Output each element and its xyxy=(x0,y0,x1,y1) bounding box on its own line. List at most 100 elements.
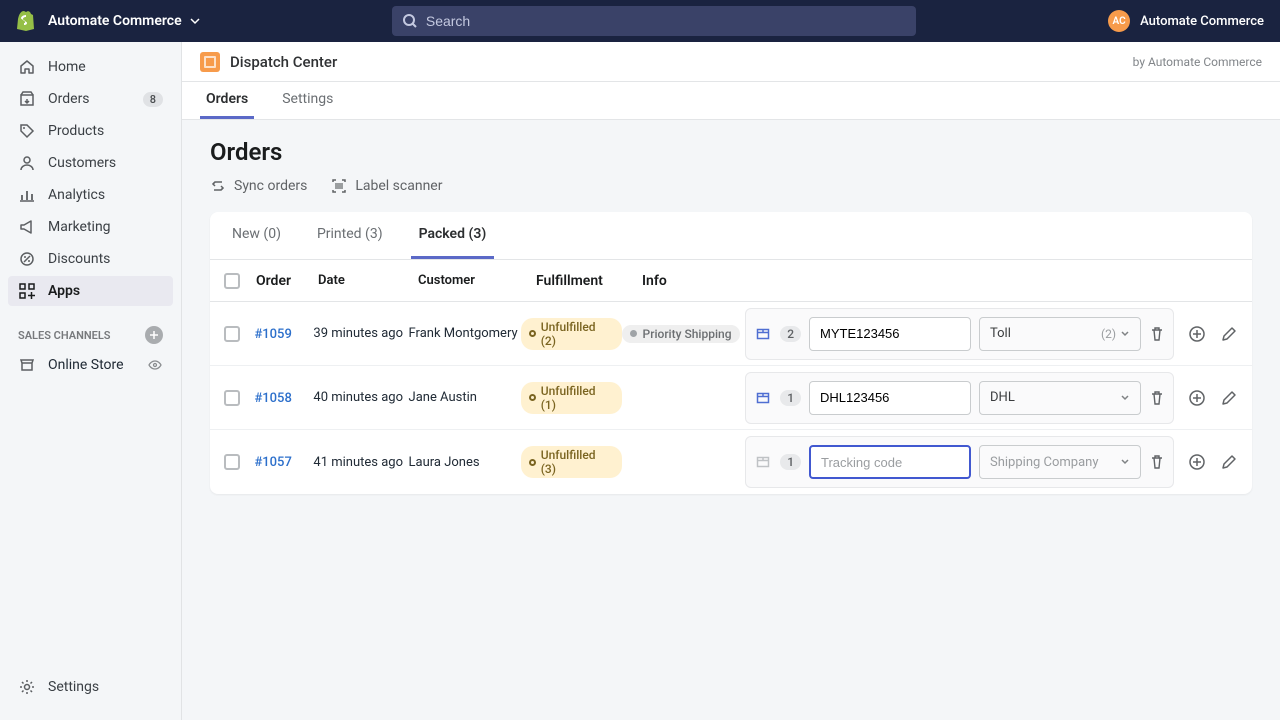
sidebar: Home Orders 8 Products Customers Analyti… xyxy=(0,42,182,720)
nav-home[interactable]: Home xyxy=(8,52,173,82)
package-count: 2 xyxy=(780,326,801,342)
chevron-down-icon xyxy=(1120,329,1130,339)
tracking-group: 2 Toll (2) xyxy=(745,308,1174,360)
orders-icon xyxy=(18,90,36,108)
nav-discounts[interactable]: Discounts xyxy=(8,244,173,274)
fulfillment-badge: Unfulfilled (1) xyxy=(521,382,622,414)
store-icon xyxy=(18,356,36,374)
shipping-company-select[interactable]: DHL xyxy=(979,381,1141,415)
customers-icon xyxy=(18,154,36,172)
store-name: Automate Commerce xyxy=(48,13,182,29)
tracking-code-input[interactable] xyxy=(809,317,971,351)
view-store-icon[interactable] xyxy=(147,357,163,373)
channel-online-store[interactable]: Online Store xyxy=(8,350,173,380)
search-icon xyxy=(402,13,418,29)
fulfillment-badge: Unfulfilled (3) xyxy=(521,446,622,478)
apps-icon xyxy=(18,282,36,300)
nav-settings[interactable]: Settings xyxy=(8,672,173,702)
page-title: Orders xyxy=(210,138,1252,166)
package-count: 1 xyxy=(780,390,801,406)
shopify-logo xyxy=(16,10,38,32)
package-icon[interactable] xyxy=(754,453,772,471)
order-link[interactable]: #1058 xyxy=(254,391,291,406)
table-row: #1058 40 minutes ago Jane Austin Unfulfi… xyxy=(210,366,1252,430)
edit-icon[interactable] xyxy=(1220,325,1238,343)
chevron-down-icon xyxy=(1120,393,1130,403)
search-input[interactable] xyxy=(426,13,906,29)
nav-orders[interactable]: Orders 8 xyxy=(8,84,173,114)
tracking-group: 1 Shipping Company xyxy=(745,436,1174,488)
edit-icon[interactable] xyxy=(1220,453,1238,471)
shipping-company-select[interactable]: Toll (2) xyxy=(979,317,1141,351)
app-tabs: Orders Settings xyxy=(182,82,1280,120)
order-date: 39 minutes ago xyxy=(313,326,408,341)
app-byline: by Automate Commerce xyxy=(1133,55,1262,69)
sales-channels-header: SALES CHANNELS xyxy=(8,308,173,350)
app-tab-orders[interactable]: Orders xyxy=(200,82,254,119)
info-badge: Priority Shipping xyxy=(622,325,740,343)
products-icon xyxy=(18,122,36,140)
row-checkbox[interactable] xyxy=(224,454,240,470)
table-header: Order Date Customer Fulfillment Info xyxy=(210,260,1252,302)
add-icon[interactable] xyxy=(1188,389,1206,407)
customer-name: Frank Montgomery xyxy=(409,326,521,341)
orders-card: New (0) Printed (3) Packed (3) Order Dat… xyxy=(210,212,1252,494)
add-channel-button[interactable] xyxy=(145,326,163,344)
package-icon[interactable] xyxy=(754,389,772,407)
scanner-icon xyxy=(331,178,347,194)
table-row: #1057 41 minutes ago Laura Jones Unfulfi… xyxy=(210,430,1252,494)
nav-customers[interactable]: Customers xyxy=(8,148,173,178)
discounts-icon xyxy=(18,250,36,268)
order-filter-tabs: New (0) Printed (3) Packed (3) xyxy=(210,212,1252,260)
package-icon[interactable] xyxy=(754,325,772,343)
order-date: 41 minutes ago xyxy=(313,455,408,470)
select-all-checkbox[interactable] xyxy=(224,273,240,289)
global-search[interactable] xyxy=(392,6,916,36)
tab-new[interactable]: New (0) xyxy=(224,212,289,259)
avatar: AC xyxy=(1108,10,1130,32)
nav-apps[interactable]: Apps xyxy=(8,276,173,306)
chevron-down-icon xyxy=(1120,457,1130,467)
delete-icon[interactable] xyxy=(1149,326,1165,342)
home-icon xyxy=(18,58,36,76)
app-icon xyxy=(200,52,220,72)
row-checkbox[interactable] xyxy=(224,390,240,406)
shipping-company-select[interactable]: Shipping Company xyxy=(979,445,1141,479)
gear-icon xyxy=(18,678,36,696)
main-content: Dispatch Center by Automate Commerce Ord… xyxy=(182,42,1280,720)
order-link[interactable]: #1057 xyxy=(254,455,291,470)
tab-packed[interactable]: Packed (3) xyxy=(411,212,495,259)
label-scanner-button[interactable]: Label scanner xyxy=(331,178,442,194)
tab-printed[interactable]: Printed (3) xyxy=(309,212,391,259)
customer-name: Jane Austin xyxy=(409,390,521,405)
tracking-group: 1 DHL xyxy=(745,372,1174,424)
add-icon[interactable] xyxy=(1188,453,1206,471)
topbar: Automate Commerce AC Automate Commerce xyxy=(0,0,1280,42)
sync-icon xyxy=(210,178,226,194)
tracking-code-input[interactable] xyxy=(809,445,971,479)
nav-analytics[interactable]: Analytics xyxy=(8,180,173,210)
nav-products[interactable]: Products xyxy=(8,116,173,146)
delete-icon[interactable] xyxy=(1149,454,1165,470)
app-header: Dispatch Center by Automate Commerce xyxy=(182,42,1280,82)
chevron-down-icon xyxy=(190,16,200,26)
tracking-code-input[interactable] xyxy=(809,381,971,415)
order-link[interactable]: #1059 xyxy=(254,327,291,342)
analytics-icon xyxy=(18,186,36,204)
row-checkbox[interactable] xyxy=(224,326,240,342)
orders-badge: 8 xyxy=(143,92,163,107)
user-menu[interactable]: AC Automate Commerce xyxy=(1108,10,1264,32)
edit-icon[interactable] xyxy=(1220,389,1238,407)
table-row: #1059 39 minutes ago Frank Montgomery Un… xyxy=(210,302,1252,366)
app-title: Dispatch Center xyxy=(230,53,337,71)
app-tab-settings[interactable]: Settings xyxy=(276,82,339,119)
add-icon[interactable] xyxy=(1188,325,1206,343)
order-date: 40 minutes ago xyxy=(313,390,408,405)
sync-orders-button[interactable]: Sync orders xyxy=(210,178,307,194)
user-name: Automate Commerce xyxy=(1140,14,1264,29)
marketing-icon xyxy=(18,218,36,236)
nav-marketing[interactable]: Marketing xyxy=(8,212,173,242)
package-count: 1 xyxy=(780,454,801,470)
delete-icon[interactable] xyxy=(1149,390,1165,406)
store-switcher[interactable]: Automate Commerce xyxy=(48,13,200,29)
